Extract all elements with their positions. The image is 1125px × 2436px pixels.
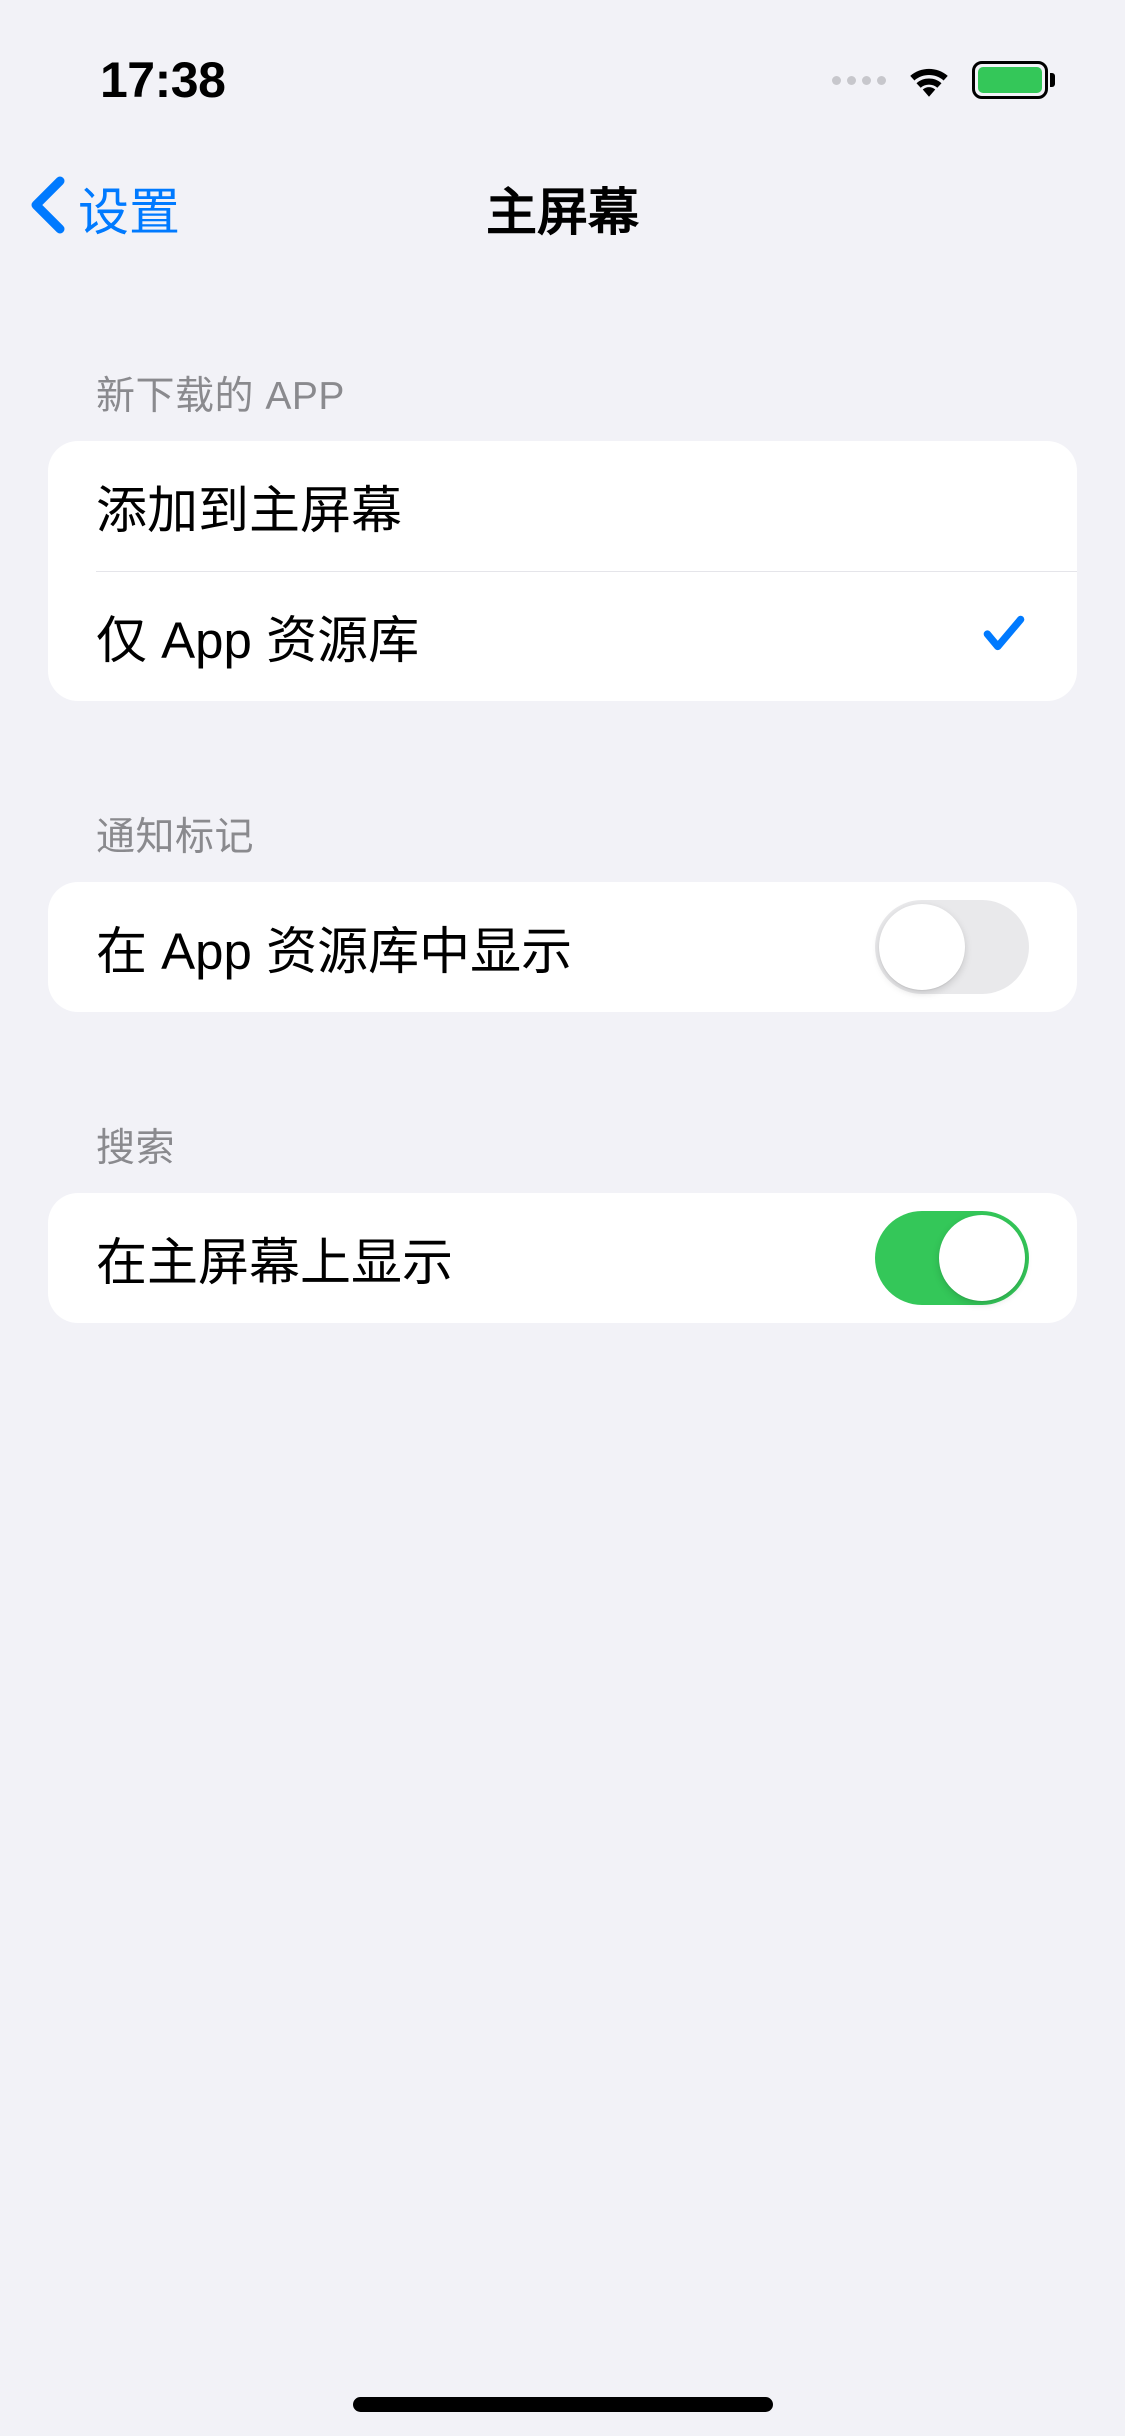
row-show-on-home: 在主屏幕上显示	[48, 1193, 1077, 1323]
back-label: 设置	[78, 171, 180, 245]
section-group-search: 在主屏幕上显示	[48, 1193, 1077, 1323]
battery-icon	[972, 61, 1055, 99]
toggle-show-on-home[interactable]	[875, 1211, 1029, 1305]
home-indicator[interactable]	[353, 2397, 773, 2412]
toggle-label: 在 App 资源库中显示	[96, 910, 572, 984]
section-header-new-apps: 新下载的 APP	[48, 365, 1077, 441]
section-group-badges: 在 App 资源库中显示	[48, 882, 1077, 1012]
cellular-signal-icon	[832, 76, 886, 85]
status-bar: 17:38	[0, 0, 1125, 140]
back-button[interactable]: 设置	[30, 171, 180, 245]
toggle-show-in-app-library[interactable]	[875, 900, 1029, 994]
toggle-label: 在主屏幕上显示	[96, 1221, 453, 1295]
nav-bar: 设置 主屏幕	[0, 140, 1125, 275]
status-indicators	[832, 58, 1055, 103]
option-add-to-home[interactable]: 添加到主屏幕	[48, 441, 1077, 571]
status-time: 17:38	[100, 51, 225, 109]
page-title: 主屏幕	[486, 171, 639, 245]
option-label: 添加到主屏幕	[96, 469, 402, 543]
option-label: 仅 App 资源库	[96, 599, 419, 673]
checkmark-icon	[979, 609, 1029, 664]
content: 新下载的 APP 添加到主屏幕 仅 App 资源库 通知标记 在 App 资源库…	[0, 275, 1125, 1323]
wifi-icon	[904, 58, 954, 103]
section-header-search: 搜索	[48, 1117, 1077, 1193]
row-show-in-app-library: 在 App 资源库中显示	[48, 882, 1077, 1012]
option-app-library-only[interactable]: 仅 App 资源库	[48, 571, 1077, 701]
section-header-badges: 通知标记	[48, 806, 1077, 882]
chevron-left-icon	[30, 175, 66, 240]
section-group-new-apps: 添加到主屏幕 仅 App 资源库	[48, 441, 1077, 701]
